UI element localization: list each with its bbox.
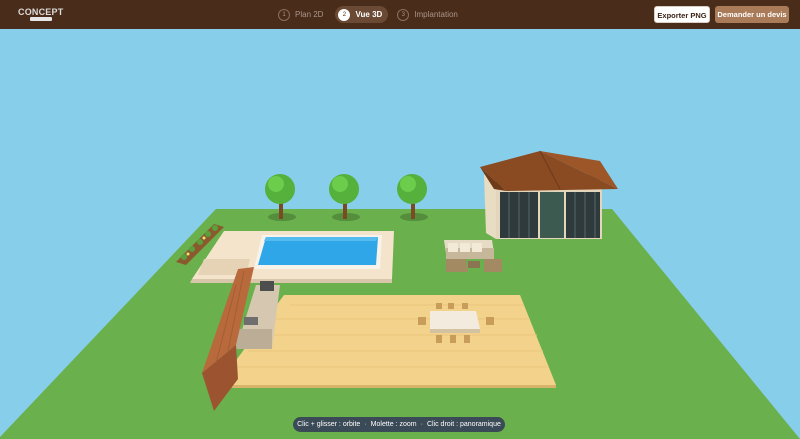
hint-orbit: Clic + glisser : orbite [297,421,361,428]
step-number: 1 [278,8,290,21]
scene-canvas[interactable] [0,29,800,439]
hint-zoom: Molette : zoom [370,421,417,428]
step-nav: 1 Plan 2D 2 Vue 3D 3 Implantation [275,6,470,23]
hint-pan: Clic droit : panoramique [426,421,501,428]
hint-separator: · [420,421,423,428]
export-png-button[interactable]: Exporter PNG [654,6,710,23]
step-vue-3d[interactable]: 2 Vue 3D [335,6,389,23]
step-number: 2 [338,8,351,21]
swimming-pool [190,231,394,283]
step-label: Implantation [414,10,458,19]
request-quote-button[interactable]: Demander un devis [715,6,789,23]
navigation-hint: Clic + glisser : orbite · Molette : zoom · C… [293,417,505,432]
step-label: Vue 3D [355,10,383,19]
hint-separator: · [364,421,367,428]
step-number: 3 [397,8,410,21]
step-plan-2d[interactable]: 1 Plan 2D [275,6,329,23]
3d-viewport[interactable] [0,29,800,439]
step-implantation[interactable]: 3 Implantation [394,6,464,23]
logo-text: CONCEPT [18,7,64,17]
top-bar: CONCEPT 1 Plan 2D 2 Vue 3D 3 Implantatio… [0,0,800,29]
logo-tagline-mark [30,17,52,21]
step-label: Plan 2D [295,10,324,19]
brand-logo[interactable]: CONCEPT [14,5,63,24]
pool-house [480,150,618,239]
